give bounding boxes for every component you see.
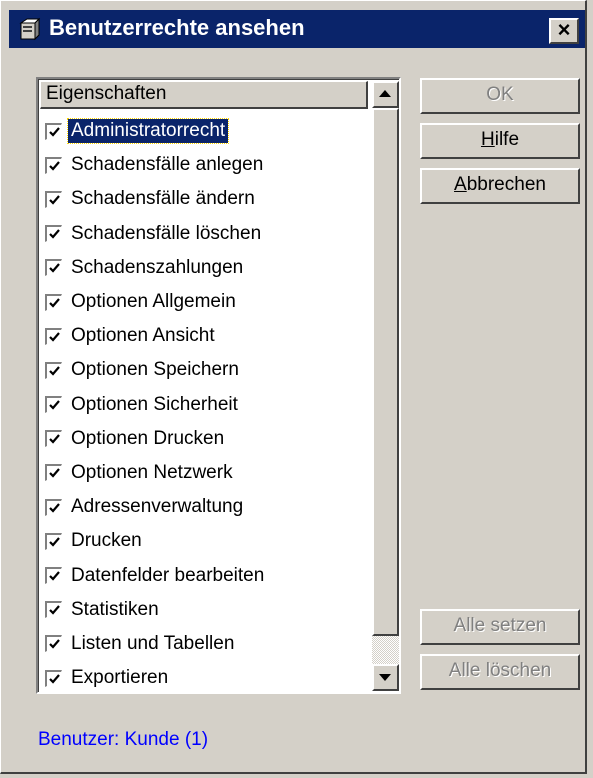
checkbox[interactable] [45, 122, 62, 140]
clear-all-button[interactable]: Alle löschen [420, 654, 580, 690]
checkmark-icon [49, 332, 60, 342]
list-item-label: Optionen Speichern [71, 359, 239, 381]
checkmark-icon [49, 195, 60, 205]
column-header-eigenschaften[interactable]: Eigenschaften [40, 81, 368, 109]
permissions-list[interactable]: Eigenschaften Administratorrecht Schadens… [36, 77, 401, 694]
checkbox[interactable] [45, 635, 62, 653]
list-item[interactable]: Administratorrecht [45, 114, 367, 148]
list-item-label: Schadensfälle löschen [71, 222, 262, 244]
checkmark-icon [49, 639, 60, 650]
ok-button[interactable]: OK [420, 78, 580, 114]
checkbox[interactable] [45, 498, 62, 516]
checkmark-icon [49, 126, 60, 137]
help-button[interactable]: Hilfe [420, 123, 580, 159]
list-item-label: Schadenszahlungen [71, 256, 244, 278]
scroll-track[interactable] [372, 636, 399, 664]
checkmark-icon [49, 571, 60, 581]
close-icon: × [557, 17, 571, 42]
list-item-label: Schadensfälle anlegen [71, 154, 264, 176]
select-all-button[interactable]: Alle setzen [420, 609, 580, 645]
checkmark-icon [49, 229, 60, 239]
checkmark-icon [49, 537, 60, 547]
arrow-up-icon [379, 90, 391, 97]
scroll-up-button[interactable] [372, 81, 399, 108]
list-item[interactable]: Schadensfälle ändern [45, 182, 367, 216]
list-item-label: Exportieren [71, 667, 169, 689]
permissions-items: Administratorrecht Schadensfälle anlegen S… [45, 114, 367, 695]
list-item[interactable]: Drucken [45, 524, 367, 558]
checkmark-icon [49, 297, 60, 308]
checkbox[interactable] [45, 259, 62, 277]
list-item-label: Datenfelder bearbeiten [71, 564, 265, 586]
checkmark-icon [49, 434, 60, 444]
list-item-label: Statistiken [71, 598, 159, 620]
checkbox[interactable] [45, 361, 62, 379]
checkbox[interactable] [45, 156, 62, 174]
arrow-down-icon [379, 674, 391, 681]
title-bar[interactable]: Benutzerrechte ansehen × [9, 10, 585, 48]
checkbox[interactable] [45, 190, 62, 208]
list-item-label: Optionen Allgemein [71, 291, 236, 313]
list-item-label: Drucken [71, 530, 142, 552]
checkbox[interactable] [45, 225, 62, 243]
list-item[interactable]: Datenfelder bearbeiten [45, 558, 367, 592]
checkmark-icon [49, 263, 60, 273]
list-item[interactable]: Statistiken [45, 593, 367, 627]
user-status-label: Benutzer: Kunde (1) [38, 729, 209, 750]
scroll-down-button[interactable] [372, 664, 399, 691]
list-item[interactable]: Adressenverwaltung [45, 490, 367, 524]
list-item[interactable]: Optionen Allgemein [45, 285, 367, 319]
checkmark-icon [49, 400, 60, 410]
cancel-button[interactable]: Abbrechen [420, 168, 580, 204]
checkbox[interactable] [45, 567, 62, 585]
list-item[interactable]: Listen und Tabellen [45, 627, 367, 661]
scroll-thumb[interactable] [372, 108, 399, 636]
cancel-label-rest: bbrechen [466, 174, 546, 195]
list-item-label: Optionen Netzwerk [71, 461, 233, 483]
list-item[interactable]: Schadensfälle anlegen [45, 148, 367, 182]
checkbox[interactable] [45, 532, 62, 550]
list-item-label: Optionen Drucken [71, 427, 225, 449]
help-label-rest: ilfe [494, 129, 520, 150]
help-mnemonic: H [480, 129, 495, 150]
list-item[interactable]: Optionen Speichern [45, 353, 367, 387]
list-item-label: Optionen Sicherheit [71, 393, 238, 415]
cancel-mnemonic: A [454, 174, 467, 195]
checkmark-icon [49, 468, 60, 479]
checkmark-icon [49, 673, 60, 684]
list-item[interactable]: Schadenszahlungen [45, 251, 367, 285]
list-item[interactable]: Optionen Drucken [45, 422, 367, 456]
list-item-label: Optionen Ansicht [71, 325, 215, 347]
vertical-scrollbar[interactable] [372, 81, 399, 691]
dialog-window: Benutzerrechte ansehen × Eigenschaften A… [0, 0, 587, 774]
window-title: Benutzerrechte ansehen [49, 15, 305, 40]
list-item[interactable]: Exportieren [45, 661, 367, 695]
checkbox[interactable] [45, 464, 62, 482]
list-item-label: Administratorrecht [66, 118, 230, 145]
checkmark-icon [49, 605, 60, 615]
checkbox[interactable] [45, 293, 62, 311]
list-item-label: Listen und Tabellen [71, 632, 235, 654]
checkbox[interactable] [45, 327, 62, 345]
checkbox[interactable] [45, 396, 62, 414]
list-item[interactable]: Optionen Sicherheit [45, 388, 367, 422]
list-item[interactable]: Optionen Netzwerk [45, 456, 367, 490]
checkbox[interactable] [45, 669, 62, 687]
checkmark-icon [49, 366, 60, 376]
list-item-label: Schadensfälle ändern [71, 188, 255, 210]
checkbox[interactable] [45, 430, 62, 448]
list-item-label: Adressenverwaltung [71, 496, 244, 518]
checkmark-icon [49, 161, 60, 171]
list-item[interactable]: Optionen Ansicht [45, 319, 367, 353]
server-icon [17, 17, 41, 41]
close-button[interactable]: × [549, 18, 579, 44]
list-item[interactable]: Schadensfälle löschen [45, 217, 367, 251]
checkmark-icon [49, 502, 60, 513]
checkbox[interactable] [45, 601, 62, 619]
